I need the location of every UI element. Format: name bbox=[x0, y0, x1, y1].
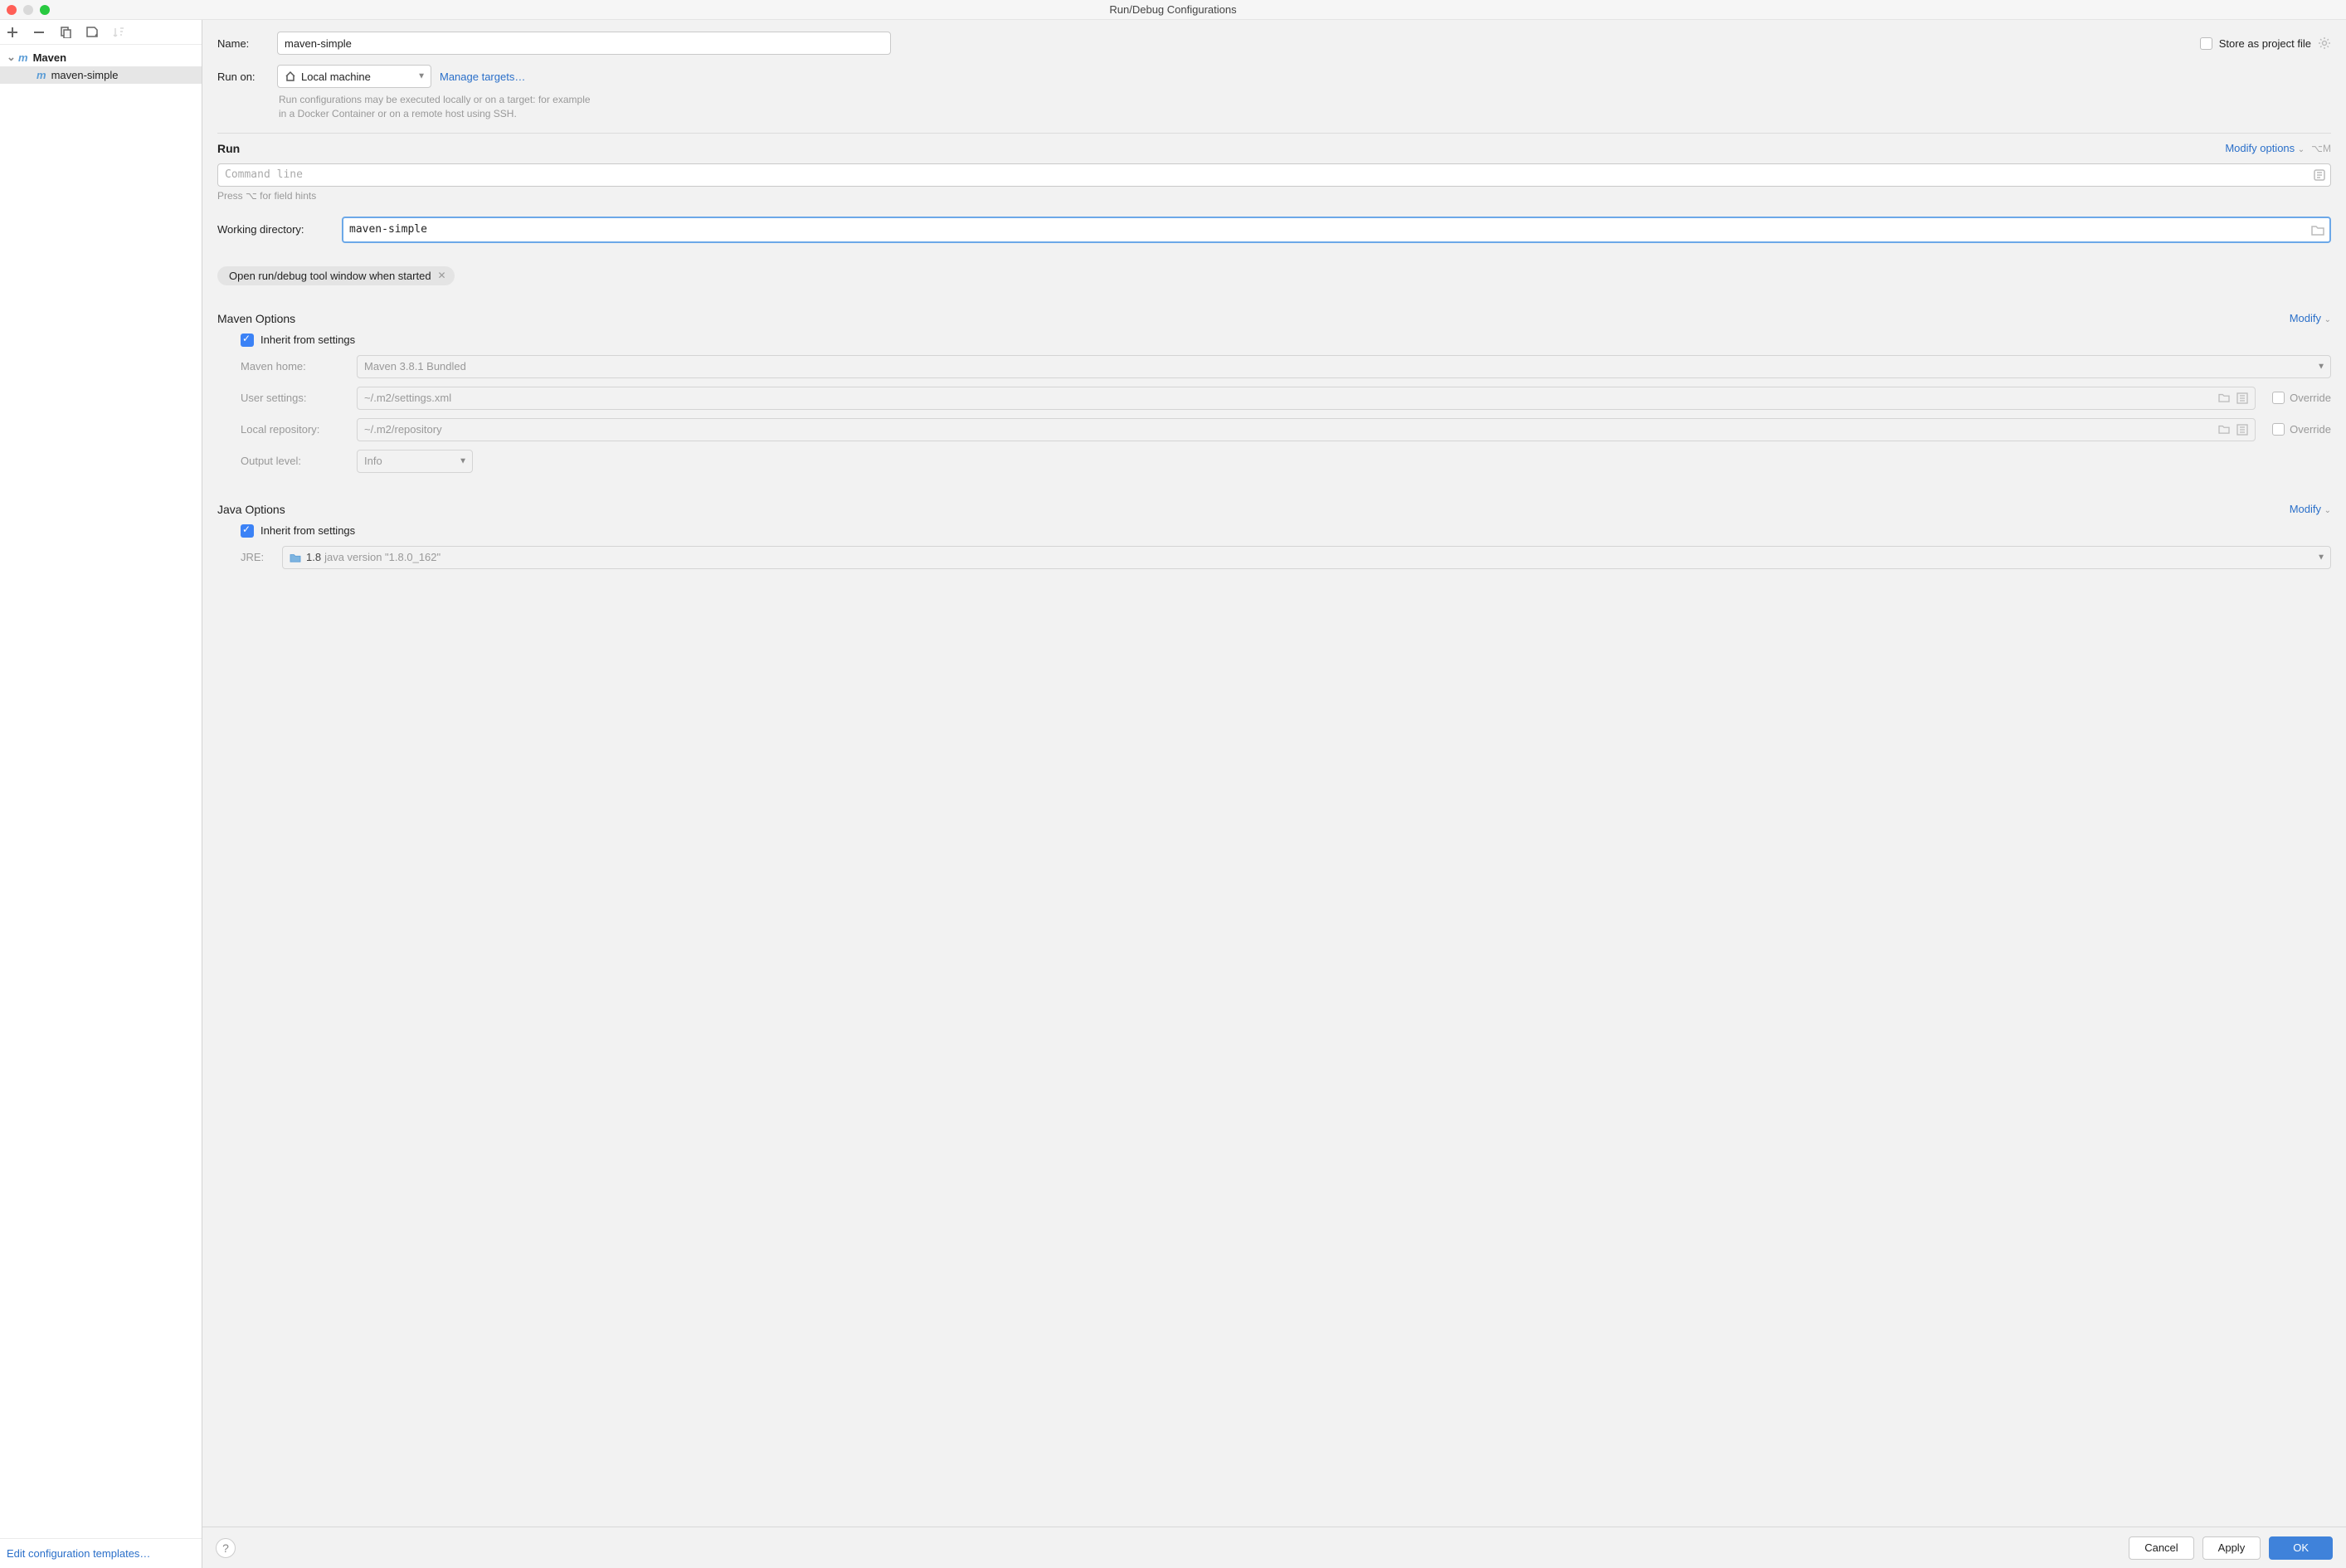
zoom-window-button[interactable] bbox=[40, 5, 50, 15]
copy-config-icon[interactable] bbox=[60, 27, 71, 38]
config-tree: ⌄ m Maven m maven-simple bbox=[0, 45, 202, 1538]
home-icon bbox=[285, 71, 296, 82]
minimize-window-button[interactable] bbox=[23, 5, 33, 15]
name-input[interactable] bbox=[277, 32, 891, 55]
run-on-hint-line1: Run configurations may be executed local… bbox=[279, 93, 2331, 107]
local-repo-field: ~/.m2/repository bbox=[357, 418, 2256, 441]
java-modify-link[interactable]: Modify ⌄ bbox=[2290, 503, 2331, 515]
maven-inherit-checkbox[interactable] bbox=[241, 334, 254, 347]
folder-icon[interactable] bbox=[2311, 224, 2324, 236]
jre-select: 1.8 java version "1.8.0_162" ▼ bbox=[282, 546, 2331, 569]
java-options-title: Java Options bbox=[217, 503, 285, 516]
content: Name: Store as project file Run on: bbox=[202, 20, 2346, 1568]
output-level-select: Info ▼ bbox=[357, 450, 473, 473]
maven-options-title: Maven Options bbox=[217, 312, 295, 325]
store-as-project-checkbox[interactable] bbox=[2200, 37, 2212, 50]
traffic-lights bbox=[7, 5, 50, 15]
local-repo-override-label: Override bbox=[2290, 423, 2331, 436]
tree-item-maven-simple[interactable]: m maven-simple bbox=[0, 66, 202, 84]
add-config-icon[interactable] bbox=[7, 27, 18, 38]
titlebar: Run/Debug Configurations bbox=[0, 0, 2346, 20]
run-on-select[interactable]: Local machine ▼ bbox=[277, 65, 431, 88]
list-icon bbox=[2236, 392, 2248, 404]
working-directory-input[interactable] bbox=[342, 217, 2331, 243]
user-settings-field: ~/.m2/settings.xml bbox=[357, 387, 2256, 410]
close-window-button[interactable] bbox=[7, 5, 17, 15]
modify-options-shortcut: ⌥M bbox=[2311, 143, 2331, 154]
jre-label: JRE: bbox=[241, 551, 274, 563]
ok-button[interactable]: OK bbox=[2269, 1536, 2333, 1560]
maven-icon: m bbox=[18, 51, 28, 64]
manage-targets-link[interactable]: Manage targets… bbox=[440, 71, 525, 83]
apply-button[interactable]: Apply bbox=[2202, 1536, 2261, 1560]
working-directory-label: Working directory: bbox=[217, 223, 333, 236]
chevron-down-icon: ⌄ bbox=[7, 51, 15, 64]
modify-options-link[interactable]: Modify options ⌄ bbox=[2225, 142, 2305, 154]
local-repo-label: Local repository: bbox=[241, 423, 348, 436]
user-settings-label: User settings: bbox=[241, 392, 348, 404]
maven-inherit-label: Inherit from settings bbox=[260, 334, 355, 346]
button-bar: ? Cancel Apply OK bbox=[202, 1527, 2346, 1568]
sidebar: ⌄ m Maven m maven-simple Edit configurat… bbox=[0, 20, 202, 1568]
folder-icon bbox=[2218, 392, 2230, 404]
java-inherit-label: Inherit from settings bbox=[260, 524, 355, 537]
output-level-label: Output level: bbox=[241, 455, 348, 467]
folder-icon bbox=[2218, 424, 2230, 436]
tree-item-label: maven-simple bbox=[51, 69, 119, 81]
tree-item-maven-root[interactable]: ⌄ m Maven bbox=[0, 48, 202, 66]
sidebar-toolbar bbox=[0, 20, 202, 45]
chevron-down-icon: ▼ bbox=[459, 456, 467, 465]
java-inherit-checkbox[interactable] bbox=[241, 524, 254, 538]
maven-icon: m bbox=[37, 69, 46, 81]
sort-config-icon bbox=[113, 27, 124, 38]
name-label: Name: bbox=[217, 37, 269, 50]
list-icon bbox=[2236, 424, 2248, 436]
gear-icon[interactable] bbox=[2318, 37, 2331, 50]
chevron-down-icon: ▼ bbox=[417, 72, 426, 81]
run-on-label: Run on: bbox=[217, 71, 269, 83]
maven-home-select: Maven 3.8.1 Bundled ▼ bbox=[357, 355, 2331, 378]
window-title: Run/Debug Configurations bbox=[0, 3, 2346, 16]
folder-icon bbox=[290, 553, 301, 562]
open-tool-window-chip[interactable]: Open run/debug tool window when started … bbox=[217, 266, 455, 285]
maven-modify-link[interactable]: Modify ⌄ bbox=[2290, 312, 2331, 324]
edit-templates-link[interactable]: Edit configuration templates… bbox=[7, 1547, 150, 1560]
run-section-title: Run bbox=[217, 142, 240, 155]
run-on-value: Local machine bbox=[301, 71, 371, 83]
run-on-hint-line2: in a Docker Container or on a remote hos… bbox=[279, 107, 2331, 121]
local-repo-override-checkbox[interactable] bbox=[2272, 423, 2285, 436]
cancel-button[interactable]: Cancel bbox=[2129, 1536, 2193, 1560]
cmdline-hint: Press ⌥ for field hints bbox=[217, 190, 2331, 202]
chip-label: Open run/debug tool window when started bbox=[229, 270, 431, 282]
store-as-project-label: Store as project file bbox=[2219, 37, 2311, 50]
remove-config-icon[interactable] bbox=[33, 27, 45, 38]
command-line-input[interactable] bbox=[217, 163, 2331, 187]
maven-home-label: Maven home: bbox=[241, 360, 348, 373]
tree-root-label: Maven bbox=[33, 51, 66, 64]
help-button[interactable]: ? bbox=[216, 1538, 236, 1558]
user-settings-override-checkbox[interactable] bbox=[2272, 392, 2285, 404]
user-settings-override-label: Override bbox=[2290, 392, 2331, 404]
chevron-down-icon: ▼ bbox=[2317, 553, 2325, 562]
save-config-icon[interactable] bbox=[86, 27, 98, 38]
expand-input-icon[interactable] bbox=[2313, 168, 2326, 182]
chevron-down-icon: ▼ bbox=[2317, 362, 2325, 371]
remove-chip-icon[interactable]: ✕ bbox=[438, 270, 446, 281]
